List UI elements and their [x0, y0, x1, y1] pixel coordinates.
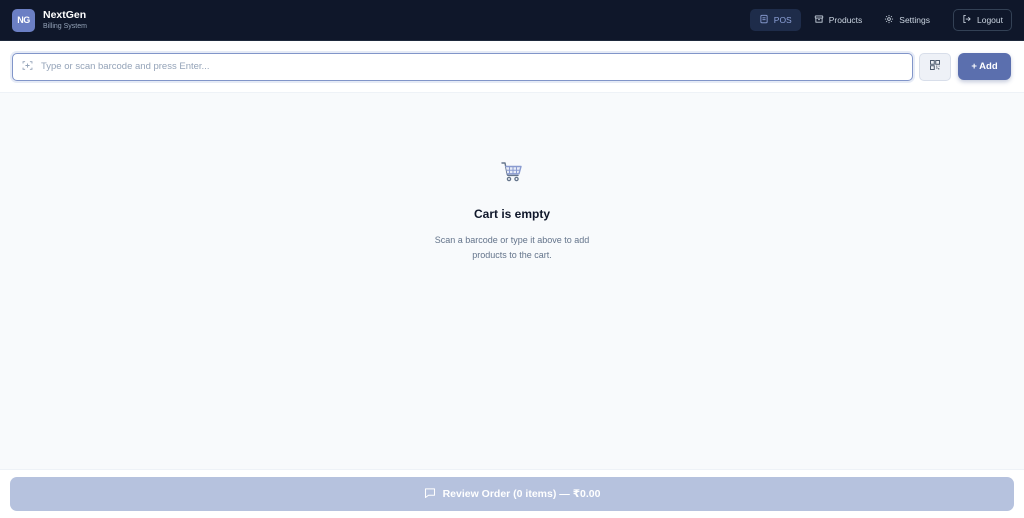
- order-footer: Review Order (0 items) — ₹0.00: [0, 469, 1024, 518]
- logout-icon: [962, 14, 972, 26]
- nav-item-pos[interactable]: POS: [749, 9, 801, 31]
- brand-text: NextGen Billing System: [43, 9, 87, 31]
- add-button[interactable]: + Add: [958, 53, 1011, 80]
- top-navbar: NG NextGen Billing System POS Products S…: [0, 0, 1024, 41]
- scanner-toggle-button[interactable]: [919, 52, 951, 81]
- brand-subtitle: Billing System: [43, 23, 87, 30]
- review-order-button[interactable]: Review Order (0 items) — ₹0.00: [10, 477, 1014, 511]
- brand[interactable]: NG NextGen Billing System: [12, 8, 87, 32]
- message-square-icon: [424, 487, 436, 502]
- nav-item-label: Products: [828, 15, 863, 25]
- shopping-cart-icon: [500, 160, 524, 189]
- review-order-label: Review Order (0 items) — ₹0.00: [442, 488, 601, 500]
- barcode-input[interactable]: [41, 61, 903, 72]
- logout-label: Logout: [977, 15, 1003, 25]
- empty-cart-title: Cart is empty: [473, 207, 551, 221]
- nav-item-products[interactable]: Products: [805, 9, 872, 31]
- archive-box-icon: [814, 14, 824, 26]
- logout-button[interactable]: Logout: [953, 9, 1012, 31]
- cart-area: Cart is empty Scan a barcode or type it …: [0, 93, 1024, 469]
- gear-icon: [884, 14, 894, 26]
- brand-name: NextGen: [43, 8, 87, 21]
- nav-item-settings[interactable]: Settings: [875, 9, 939, 31]
- main-nav: POS Products Settings Logout: [749, 9, 1012, 31]
- barcode-search-bar: + Add: [0, 41, 1024, 93]
- nav-item-label: Settings: [899, 15, 930, 25]
- empty-cart-state: Cart is empty Scan a barcode or type it …: [0, 160, 1024, 263]
- barcode-input-wrapper[interactable]: [12, 52, 913, 81]
- qr-code-icon: [929, 58, 941, 76]
- receipt-icon: [759, 14, 769, 26]
- nav-item-label: POS: [773, 15, 792, 25]
- brand-logo: NG: [12, 8, 35, 32]
- scan-icon: [22, 58, 33, 76]
- empty-cart-description: Scan a barcode or type it above to add p…: [434, 235, 590, 260]
